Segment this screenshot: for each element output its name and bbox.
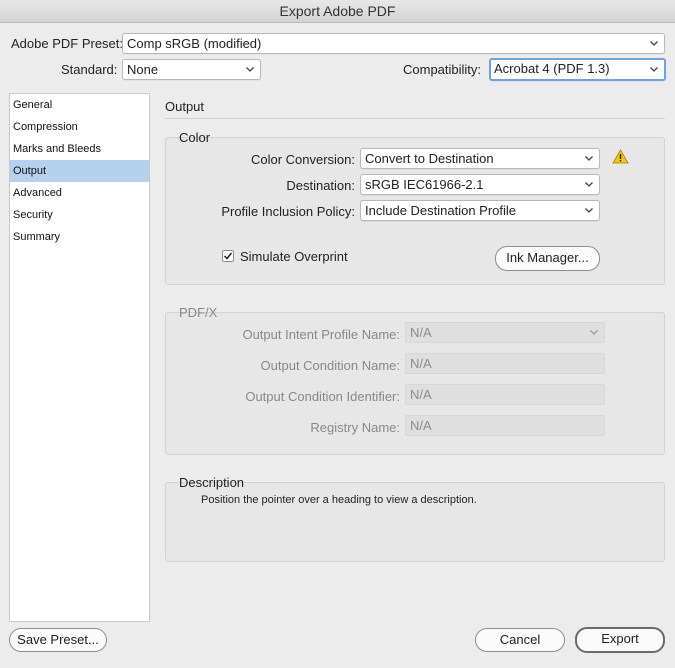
destination-select[interactable]: sRGB IEC61966-2.1 [360,174,600,195]
output-condition-name-field: N/A [405,353,605,374]
window-title: Export Adobe PDF [0,0,675,23]
preset-select[interactable]: Comp sRGB (modified) [122,33,665,54]
sidebar-item-security[interactable]: Security [10,204,149,226]
chevron-down-icon [585,208,593,213]
sidebar-item-summary[interactable]: Summary [10,226,149,248]
pdfx-group-title: PDF/X [179,305,218,320]
color-conversion-value: Convert to Destination [365,151,494,166]
description-title: Description [179,475,245,490]
output-intent-label: Output Intent Profile Name: [242,327,400,342]
preset-label: Adobe PDF Preset: [11,36,123,51]
profile-policy-label: Profile Inclusion Policy: [221,204,355,219]
preset-value: Comp sRGB (modified) [127,36,262,51]
cancel-button[interactable]: Cancel [475,628,565,652]
chevron-down-icon [650,41,658,46]
sidebar-item-marks-and-bleeds[interactable]: Marks and Bleeds [10,138,149,160]
save-preset-button[interactable]: Save Preset... [9,628,107,652]
export-button[interactable]: Export [575,627,665,653]
destination-label: Destination: [286,178,355,193]
chevron-down-icon [585,182,593,187]
ink-manager-button[interactable]: Ink Manager... [495,246,600,271]
compatibility-label: Compatibility: [403,62,482,77]
output-intent-select: N/A [405,322,605,343]
output-intent-value: N/A [410,325,432,340]
section-title: Output [165,99,205,114]
sidebar-item-general[interactable]: General [10,94,149,116]
output-condition-identifier-label: Output Condition Identifier: [245,389,400,404]
checkmark-icon [223,252,233,260]
chevron-down-icon [246,67,254,72]
description-text: Position the pointer over a heading to v… [201,494,477,506]
color-conversion-label: Color Conversion: [250,152,355,167]
compatibility-select[interactable]: Acrobat 4 (PDF 1.3) [489,58,666,81]
standard-select[interactable]: None [122,59,261,80]
chevron-down-icon [585,156,593,161]
section-divider [165,118,665,119]
registry-name-label: Registry Name: [310,420,400,435]
sidebar: General Compression Marks and Bleeds Out… [9,93,150,622]
standard-label: Standard: [61,62,118,77]
registry-name-field: N/A [405,415,605,436]
sidebar-item-compression[interactable]: Compression [10,116,149,138]
destination-value: sRGB IEC61966-2.1 [365,177,484,192]
output-condition-name-label: Output Condition Name: [260,358,400,373]
color-group-title: Color [179,130,211,145]
standard-value: None [127,62,159,77]
sidebar-item-advanced[interactable]: Advanced [10,182,149,204]
simulate-overprint-label[interactable]: Simulate Overprint [240,249,348,264]
color-conversion-select[interactable]: Convert to Destination [360,148,600,169]
warning-icon [612,149,629,164]
output-condition-identifier-field: N/A [405,384,605,405]
simulate-overprint-checkbox[interactable] [222,250,234,262]
chevron-down-icon [650,67,658,72]
chevron-down-icon [590,330,598,335]
profile-policy-select[interactable]: Include Destination Profile [360,200,600,221]
compatibility-value: Acrobat 4 (PDF 1.3) [494,61,610,76]
sidebar-item-output[interactable]: Output [10,160,149,182]
profile-policy-value: Include Destination Profile [365,203,517,218]
